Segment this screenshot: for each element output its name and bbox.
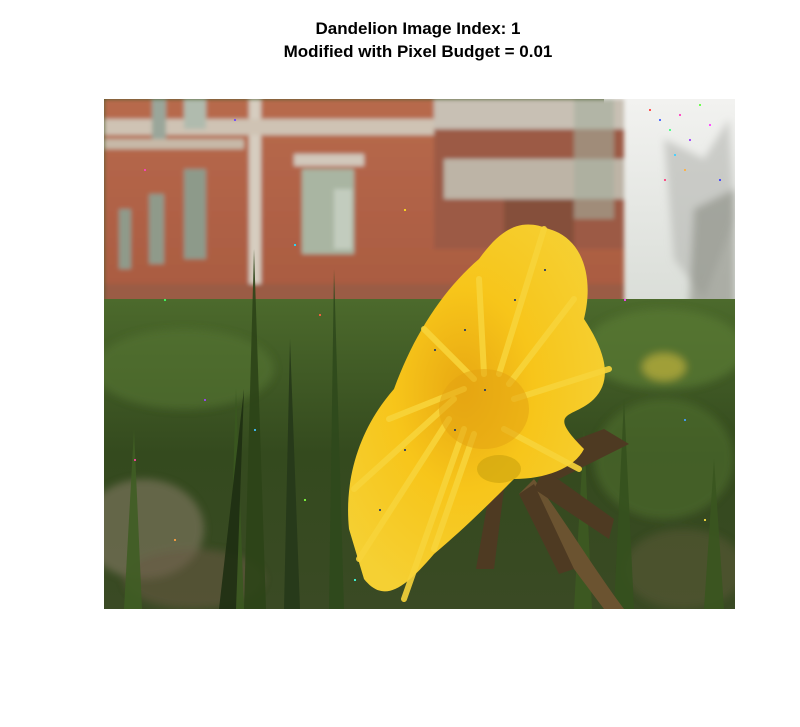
image-axes <box>104 99 735 609</box>
figure-title-line-2: Modified with Pixel Budget = 0.01 <box>283 42 553 61</box>
figure-window: Dandelion Image Index: 1 Modified with P… <box>0 0 800 727</box>
dandelion-image <box>104 99 735 609</box>
figure-title-line-1: Dandelion Image Index: 1 <box>315 19 521 38</box>
